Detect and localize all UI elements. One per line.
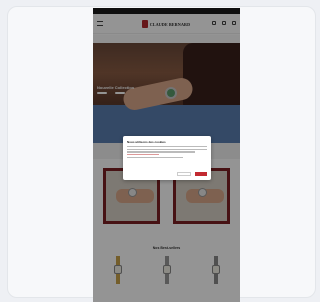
accept-cookies-button[interactable] [195, 172, 207, 176]
cookie-text-line [127, 148, 207, 150]
cookie-text-line [127, 156, 183, 158]
cookie-policy-link[interactable] [127, 154, 159, 156]
cookie-text-line [127, 146, 207, 148]
cookie-dialog-title: Nous utilisons des cookies [127, 140, 166, 144]
mobile-page: CLAUDE BERNARD Nouvelle Collection Nos B… [93, 8, 240, 302]
cookie-consent-dialog: Nous utilisons des cookies [123, 136, 211, 180]
cookie-text-line [127, 151, 195, 153]
cookie-dialog-actions [177, 172, 207, 176]
reject-cookies-button[interactable] [177, 172, 191, 176]
